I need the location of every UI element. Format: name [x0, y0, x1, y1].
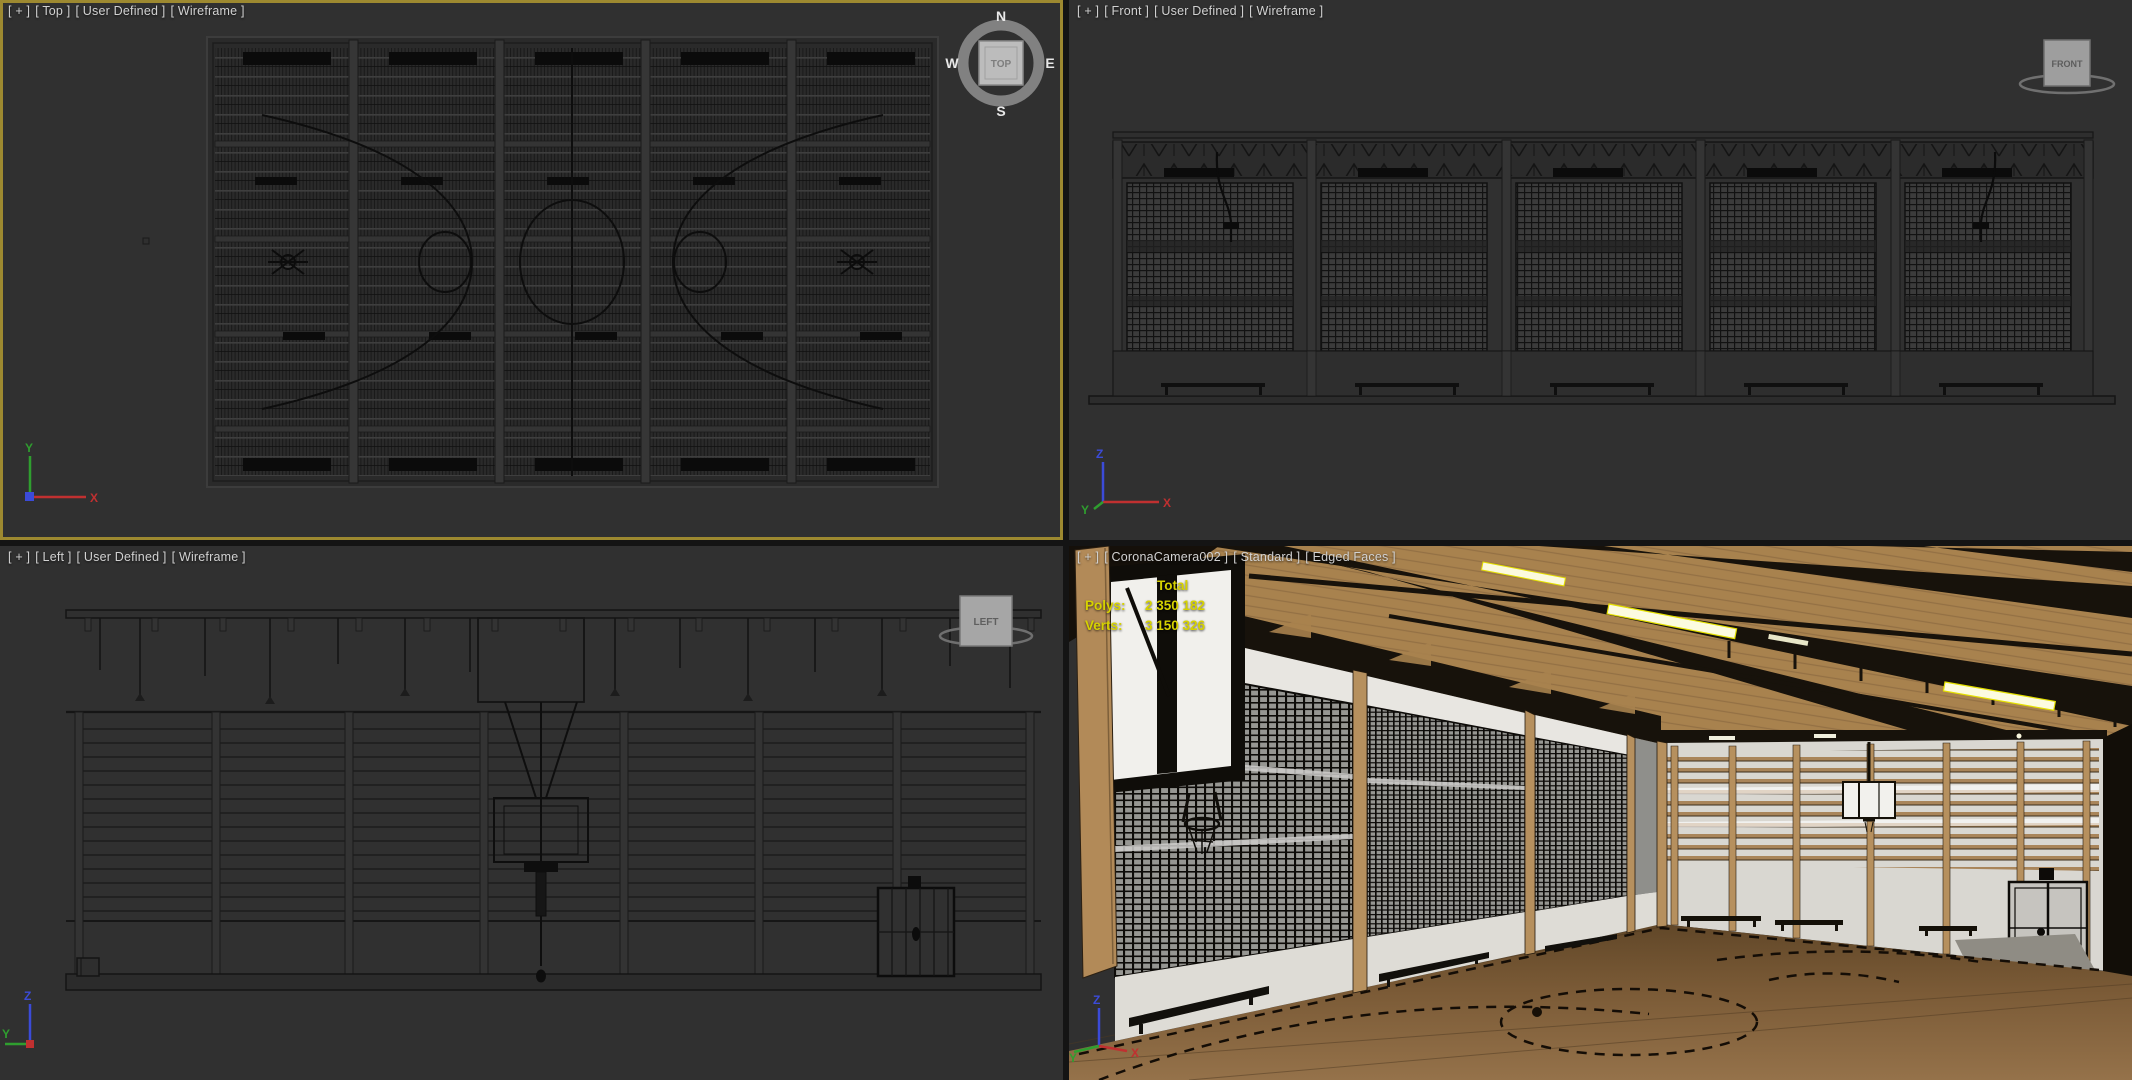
viewport-menu-view[interactable]: [ Left ]: [35, 550, 71, 564]
viewcube-left[interactable]: LEFT: [938, 595, 1034, 647]
viewcube-face-label: FRONT: [2052, 59, 2083, 69]
max-viewport-layout: { "viewports": { "top": { "label": {"plu…: [0, 0, 2132, 1080]
viewport-menu-shading[interactable]: [ Wireframe ]: [170, 4, 244, 18]
camera-view-canvas[interactable]: Z Y X: [1069, 546, 2132, 1080]
axis-y-label: Y: [25, 441, 33, 455]
axis-x-label: X: [90, 491, 98, 505]
viewport-top-label: [ + ] [ Top ] [ User Defined ] [ Wireframe …: [8, 4, 250, 18]
axis-y-label: Y: [1081, 503, 1089, 517]
stats-polys-value: 2 350 182: [1145, 598, 1206, 613]
viewport-menu-shading[interactable]: [ Wireframe ]: [172, 550, 246, 564]
viewport-menu-general[interactable]: [ + ]: [1077, 4, 1099, 18]
viewcube-face-label: LEFT: [974, 617, 999, 628]
left-view-door: [876, 876, 956, 978]
axis-tripod-top: Y X: [25, 441, 98, 505]
viewport-menu-view[interactable]: [ Top ]: [35, 4, 70, 18]
scene-statistics: Total Polys: 2 350 182 Verts: 3 150 326: [1085, 576, 1205, 636]
left-view-ball: [536, 969, 546, 983]
viewport-front-label: [ + ] [ Front ] [ User Defined ] [ Wirefram…: [1077, 4, 1328, 18]
axis-tripod-front: Z X Y: [1081, 447, 1171, 517]
axis-x-label: X: [1131, 1046, 1139, 1060]
axis-x-label: X: [1163, 496, 1171, 510]
stats-polys-label: Polys:: [1085, 598, 1126, 613]
compass-east[interactable]: E: [1045, 55, 1054, 71]
viewport-camera[interactable]: [ + ] [ CoronaCamera002 ] [ Standard ] [ Ed…: [1069, 546, 2132, 1080]
left-view-canvas[interactable]: LEFT Z Y: [0, 546, 1063, 1080]
front-view-canvas[interactable]: FRONT Z X Y: [1069, 0, 2132, 540]
axis-z-label: Z: [24, 989, 31, 1003]
axis-z-label: Z: [1093, 993, 1100, 1007]
viewport-top[interactable]: [ + ] [ Top ] [ User Defined ] [ Wireframe …: [0, 0, 1063, 540]
viewport-menu-general[interactable]: [ + ]: [8, 4, 30, 18]
axis-y-label: Y: [1069, 1051, 1077, 1065]
viewport-left-label: [ + ] [ Left ] [ User Defined ] [ Wireframe…: [8, 550, 251, 564]
axis-tripod-left: Z Y: [2, 989, 34, 1048]
compass-north[interactable]: N: [996, 8, 1006, 24]
axis-y-label: Y: [2, 1027, 10, 1041]
viewport-menu-general[interactable]: [ + ]: [1077, 550, 1099, 564]
stats-title: Total: [1157, 578, 1189, 593]
viewport-menu-shading[interactable]: [ Wireframe ]: [1249, 4, 1323, 18]
viewcube-front[interactable]: FRONT: [2018, 39, 2116, 95]
top-view-canvas[interactable]: TOP N E S W Y X: [0, 0, 1063, 540]
camera-view-scene: [1069, 546, 2132, 1080]
viewport-menu-general[interactable]: [ + ]: [8, 550, 30, 564]
viewport-menu-shading[interactable]: [ Edged Faces ]: [1305, 550, 1396, 564]
compass-south[interactable]: S: [996, 103, 1005, 119]
viewport-menu-view[interactable]: [ CoronaCamera002 ]: [1104, 550, 1228, 564]
viewport-menu-pov[interactable]: [ User Defined ]: [1154, 4, 1244, 18]
viewport-menu-pov[interactable]: [ User Defined ]: [75, 4, 165, 18]
viewport-menu-pov[interactable]: [ Standard ]: [1233, 550, 1300, 564]
viewport-camera-label: [ + ] [ CoronaCamera002 ] [ Standard ] [ Ed…: [1077, 550, 1401, 564]
viewcube-face-label: TOP: [991, 59, 1012, 70]
stats-verts-label: Verts:: [1085, 618, 1123, 633]
viewcube-top[interactable]: TOP N E S W: [945, 8, 1054, 119]
top-view-wireframe: [142, 36, 939, 488]
basketball: [1532, 1007, 1542, 1017]
left-view-wireframe: [65, 609, 1042, 991]
viewport-front[interactable]: [ + ] [ Front ] [ User Defined ] [ Wirefram…: [1069, 0, 2132, 540]
viewport-left[interactable]: [ + ] [ Left ] [ User Defined ] [ Wireframe…: [0, 546, 1063, 1080]
stats-verts-value: 3 150 326: [1145, 618, 1206, 633]
compass-west[interactable]: W: [945, 55, 959, 71]
viewport-menu-view[interactable]: [ Front ]: [1104, 4, 1149, 18]
axis-z-label: Z: [1096, 447, 1103, 461]
front-view-wireframe: [1088, 131, 2116, 405]
viewport-menu-pov[interactable]: [ User Defined ]: [77, 550, 167, 564]
